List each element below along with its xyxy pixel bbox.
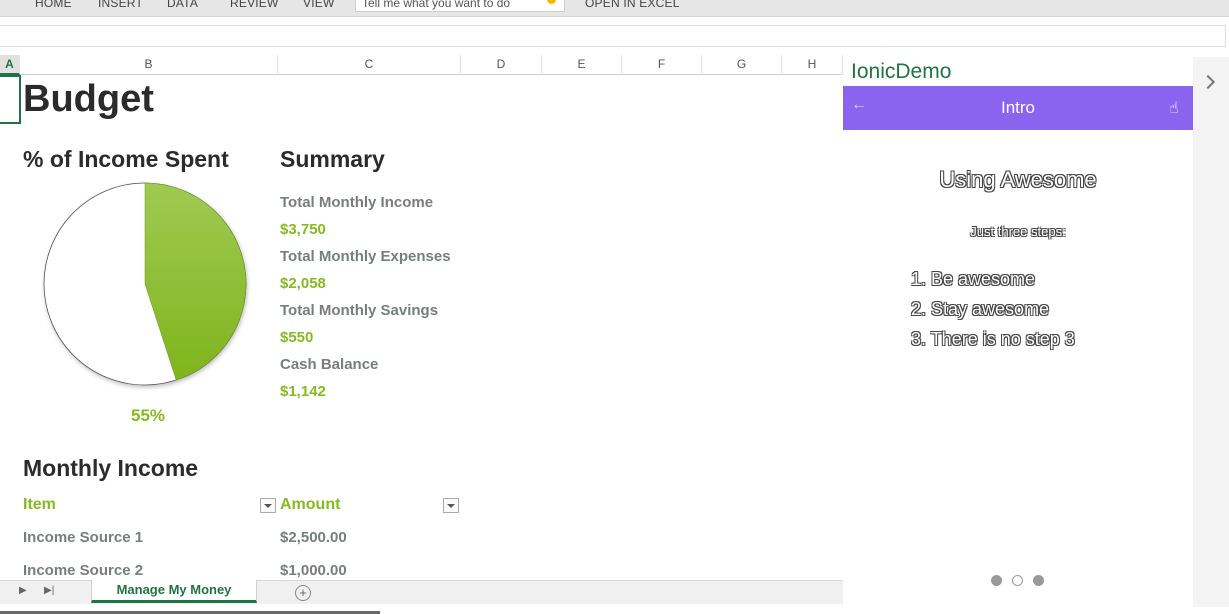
pie-chart [43,182,247,386]
table-cell[interactable]: Income Source 2 [23,562,143,579]
last-sheet-icon[interactable]: ▶| [44,585,54,596]
table-header-item: Item [23,496,56,513]
tab-home[interactable]: HOME [35,0,72,10]
pane-collapse-strip[interactable] [1193,57,1229,607]
tell-me-input[interactable]: Tell me what you want to do [355,0,565,12]
summary-value-expenses: $2,058 [280,275,326,292]
add-sheet-icon[interactable]: + [295,585,311,601]
formula-bar[interactable] [0,25,1226,47]
sheet-tab-bar: ▶ ▶| Manage My Money + [0,580,843,604]
filter-dropdown-icon[interactable] [260,498,276,513]
summary-label-income: Total Monthly Income [280,194,434,211]
formula-input[interactable] [0,26,1225,46]
addin-pane: IonicDemo ← Intro ☝ Using Awesome Just t… [843,55,1229,607]
tab-review[interactable]: REVIEW [230,0,279,10]
sheet-tab-manage-my-money[interactable]: Manage My Money [91,580,257,603]
tab-data[interactable]: DATA [167,0,198,10]
column-header-h[interactable]: H [782,55,843,75]
pct-value: 55% [131,406,166,425]
filter-dropdown-icon[interactable] [443,498,459,513]
table-cell[interactable]: Income Source 1 [23,529,143,546]
slide-heading: Using Awesome [939,167,1097,192]
tab-insert[interactable]: INSERT [98,0,143,10]
open-in-excel-button[interactable]: OPEN IN EXCEL [585,0,680,10]
table-header-amount: Amount [280,496,341,513]
tab-view[interactable]: VIEW [303,0,334,10]
app-header-bar: ← Intro ☝ [843,86,1193,130]
hand-cursor-icon: ☝ [1169,100,1179,117]
pct-heading: % of Income Spent [23,146,229,172]
summary-value-income: $3,750 [280,221,326,238]
selected-cell[interactable] [0,75,21,124]
slide-subtitle: Just three steps: [970,224,1066,239]
worksheet[interactable]: Budget % of Income Spent 55% Summary Tot… [0,75,843,580]
column-header-b[interactable]: B [20,55,278,75]
slide-dot[interactable] [1033,575,1044,586]
app-title: Intro [1000,98,1036,117]
column-header-a[interactable]: A [0,55,20,75]
list-item: 3. There is no step 3 [911,329,1075,349]
summary-value-savings: $550 [280,329,314,346]
table-cell[interactable]: $2,500.00 [280,529,347,546]
list-item: 1. Be awesome [911,269,1036,289]
column-header-f[interactable]: F [622,55,702,75]
prev-sheet-icon[interactable]: ▶ [19,585,27,596]
column-header-g[interactable]: G [702,55,782,75]
monthly-income-heading: Monthly Income [23,455,199,481]
table-cell[interactable]: $1,000.00 [280,562,347,579]
summary-value-cash: $1,142 [280,383,326,400]
ribbon: HOME INSERT DATA REVIEW VIEW Tell me wha… [0,0,1229,17]
column-header-c[interactable]: C [278,55,461,75]
lightbulb-icon [547,0,556,4]
column-header-e[interactable]: E [542,55,622,75]
chevron-right-icon[interactable] [1200,74,1216,90]
list-item: 2. Stay awesome [911,299,1050,319]
summary-label-expenses: Total Monthly Expenses [280,248,451,265]
slide-dot[interactable] [991,575,1002,586]
summary-label-cash: Cash Balance [280,356,379,373]
tell-me-placeholder: Tell me what you want to do [362,0,511,10]
slide-dot-active[interactable] [1012,575,1023,586]
summary-heading: Summary [280,146,385,172]
sheet-title: Budget [23,78,154,120]
column-header-d[interactable]: D [461,55,542,75]
summary-label-savings: Total Monthly Savings [280,302,439,319]
pane-title: IonicDemo [851,60,952,83]
column-headers: A B C D E F G H [0,55,843,75]
